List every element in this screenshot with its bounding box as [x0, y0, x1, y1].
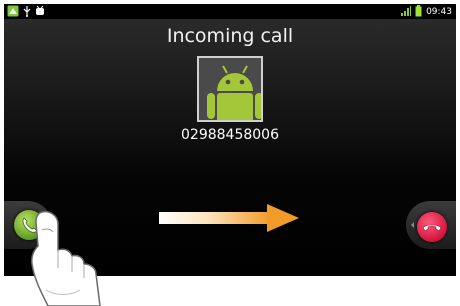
battery-icon	[415, 5, 422, 20]
decline-tab-arrow-icon	[411, 222, 414, 228]
app-notification-icon	[7, 5, 19, 20]
android-robot-icon	[199, 58, 261, 120]
signal-icon	[401, 6, 412, 19]
caller-avatar	[197, 56, 263, 122]
status-time: 09:43	[426, 7, 452, 17]
hand-pointer-icon	[31, 210, 101, 306]
decline-button[interactable]	[417, 212, 447, 242]
usb-debug-icon	[35, 5, 45, 20]
swipe-arrow-icon	[159, 204, 299, 232]
phone-decline-icon	[422, 224, 442, 232]
usb-icon	[23, 5, 31, 20]
status-bar: 09:43	[4, 4, 456, 19]
caller-number: 02988458006	[181, 127, 279, 143]
call-title: Incoming call	[166, 25, 294, 47]
